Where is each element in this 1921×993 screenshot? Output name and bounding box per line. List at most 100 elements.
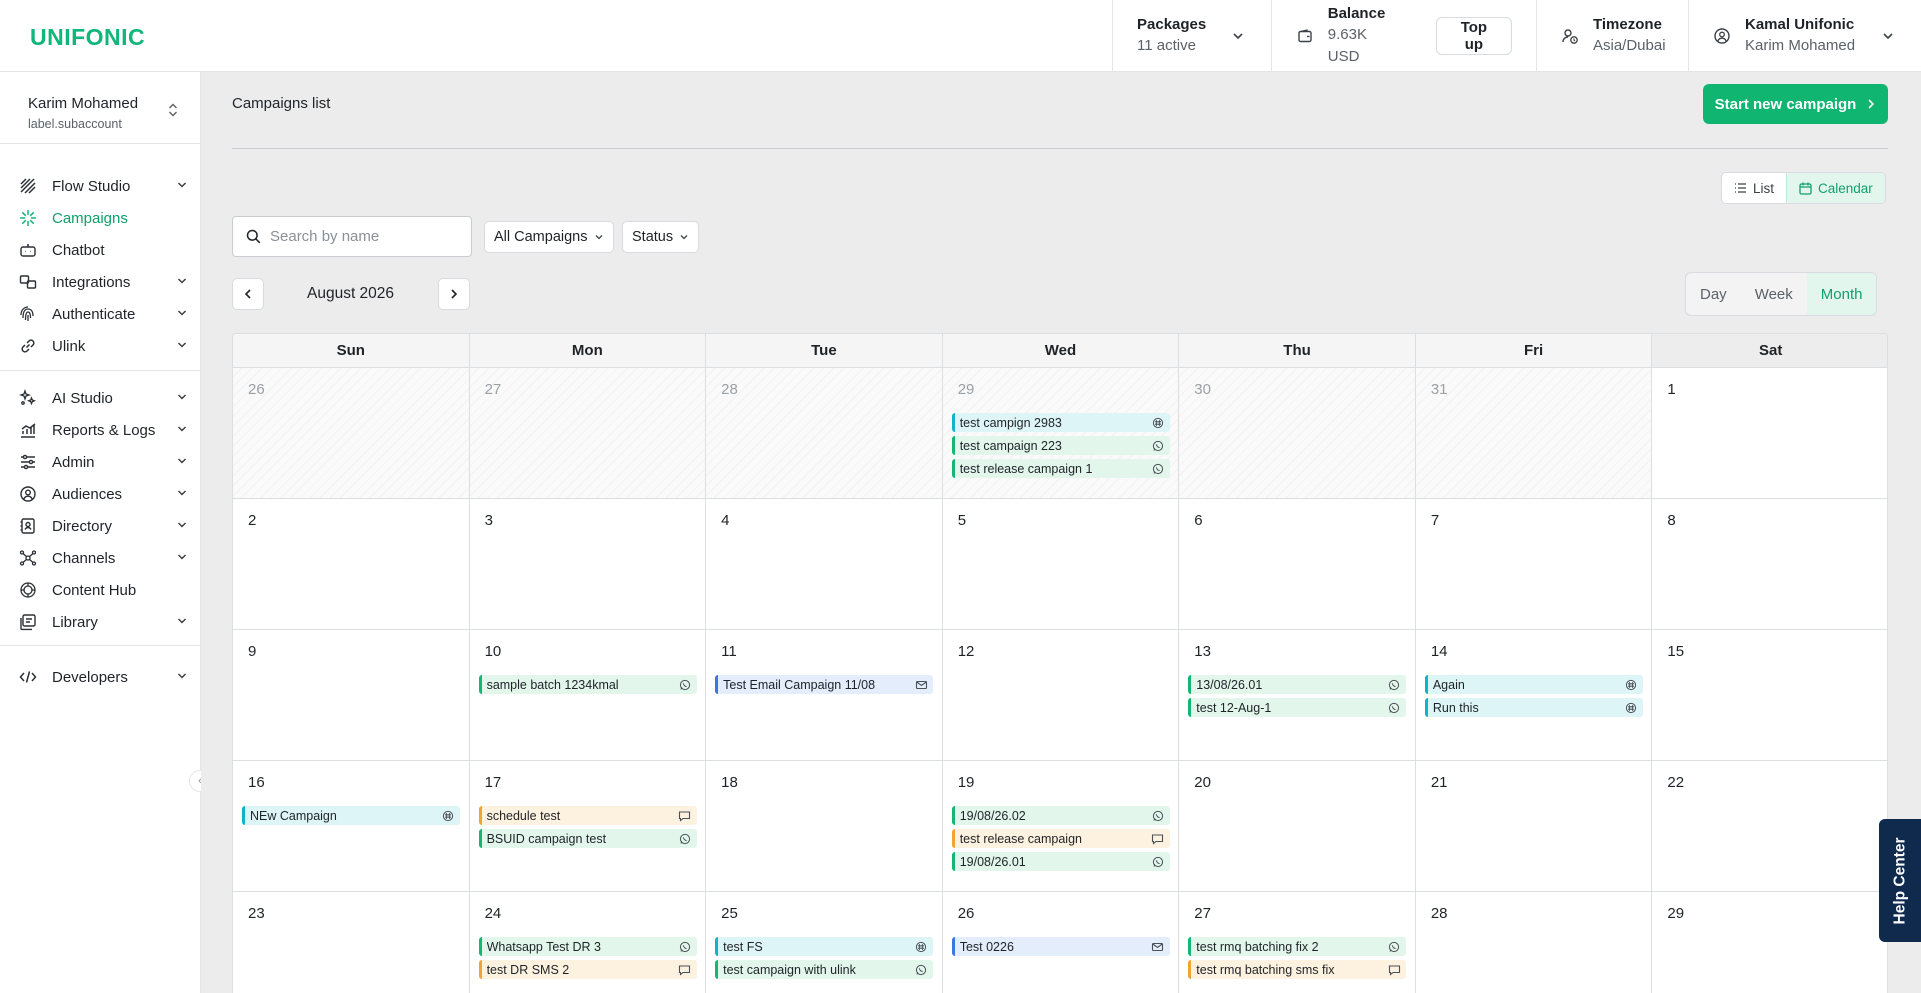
campaign-event[interactable]: BSUID campaign test xyxy=(478,829,697,848)
campaign-event[interactable]: test campaign 223 xyxy=(951,436,1170,455)
campaign-event[interactable]: Test 0226 xyxy=(951,937,1170,956)
calendar-day-cell[interactable]: 13 13/08/26.01 test 12-Aug-1 xyxy=(1179,630,1416,761)
sidebar-item-reports-logs[interactable]: Reports & Logs xyxy=(0,414,201,446)
sidebar-item-campaigns[interactable]: Campaigns xyxy=(0,202,201,234)
calendar-day-cell[interactable]: 21 xyxy=(1415,761,1653,892)
campaign-event[interactable]: test 12-Aug-1 xyxy=(1188,698,1407,717)
calendar-day-cell[interactable]: 29 xyxy=(1652,892,1887,993)
calendar-day-cell[interactable]: 7 xyxy=(1415,499,1653,630)
search-input[interactable] xyxy=(270,228,460,245)
campaign-event[interactable]: test campaign with ulink xyxy=(715,960,934,979)
start-new-campaign-button[interactable]: Start new campaign xyxy=(1703,84,1888,124)
calendar-day-cell[interactable]: 3 xyxy=(469,499,707,630)
campaign-event[interactable]: 19/08/26.01 xyxy=(951,852,1170,871)
calendar-day-cell[interactable]: 27 xyxy=(469,368,707,499)
help-center-button[interactable]: Help Center xyxy=(1879,819,1921,942)
calendar-day-cell[interactable]: 24 Whatsapp Test DR 3 test DR SMS 2 xyxy=(470,892,707,993)
calendar-day-cell[interactable]: 28 xyxy=(1416,892,1653,993)
calendar-day-cell[interactable]: 4 xyxy=(706,499,943,630)
sidebar-item-library[interactable]: Library xyxy=(0,606,201,638)
calendar-day-cell[interactable]: 30 xyxy=(1179,368,1416,499)
campaign-event[interactable]: NEw Campaign xyxy=(242,806,460,825)
calendar-day-cell[interactable]: 29 test campign 2983 test campaign 223 test… xyxy=(942,368,1180,499)
calendar-day-cell[interactable]: 26 Test 0226 xyxy=(943,892,1180,993)
campaign-event[interactable]: Whatsapp Test DR 3 xyxy=(478,937,697,956)
sidebar-item-directory[interactable]: Directory xyxy=(0,510,201,542)
campaign-event[interactable]: test rmq batching fix 2 xyxy=(1188,937,1407,956)
sidebar-item-flow-studio[interactable]: Flow Studio xyxy=(0,170,201,202)
sidebar-item-ai-studio[interactable]: AI Studio xyxy=(0,382,201,414)
search-box[interactable] xyxy=(232,216,472,257)
calendar-day-cell[interactable]: 2 xyxy=(233,499,470,630)
calendar-day-cell[interactable]: 1 xyxy=(1652,368,1887,499)
calendar-day-cell[interactable]: 22 xyxy=(1652,761,1887,892)
sidebar-item-chatbot[interactable]: Chatbot xyxy=(0,234,201,266)
account-switcher[interactable]: Karim Mohamed label.subaccount xyxy=(28,94,138,134)
whatsapp-icon xyxy=(913,962,929,978)
campaign-event[interactable]: test FS xyxy=(715,937,934,956)
previous-month-button[interactable] xyxy=(232,278,264,310)
campaign-event[interactable]: test release campaign 1 xyxy=(951,459,1170,478)
calendar-day-cell[interactable]: 31 xyxy=(1415,368,1653,499)
calendar-day-cell[interactable]: 20 xyxy=(1179,761,1416,892)
all-campaigns-dropdown[interactable]: All Campaigns xyxy=(484,221,614,253)
calendar-day-cell[interactable]: 17 schedule test BSUID campaign test xyxy=(469,761,707,892)
calendar-view-button[interactable]: Calendar xyxy=(1786,173,1885,203)
calendar-day-cell[interactable]: 15 xyxy=(1652,630,1887,761)
campaign-event[interactable]: test DR SMS 2 xyxy=(478,960,697,979)
campaign-event[interactable]: 13/08/26.01 xyxy=(1188,675,1407,694)
chevron-down-icon xyxy=(1229,27,1247,45)
campaign-event[interactable]: Test Email Campaign 11/08 xyxy=(715,675,934,694)
sidebar-item-ulink[interactable]: Ulink xyxy=(0,330,201,362)
unifonic-logo[interactable]: UNIFONIC xyxy=(30,24,145,51)
campaign-event[interactable]: schedule test xyxy=(478,806,697,825)
sidebar: Karim Mohamed label.subaccount Flow Stud… xyxy=(0,72,211,993)
campaign-event[interactable]: Again xyxy=(1424,675,1643,694)
calendar-day-cell[interactable]: 9 xyxy=(233,630,470,761)
chevron-down-icon xyxy=(175,274,189,288)
day-range-button[interactable]: Day xyxy=(1686,273,1741,315)
sidebar-item-admin[interactable]: Admin xyxy=(0,446,201,478)
calendar-day-cell[interactable]: 11 Test Email Campaign 11/08 xyxy=(706,630,943,761)
campaign-event-name: 13/08/26.01 xyxy=(1196,677,1263,692)
campaign-event[interactable]: test release campaign xyxy=(951,829,1170,848)
user-menu[interactable]: Kamal Unifonic Karim Mohamed xyxy=(1688,0,1921,72)
calendar-day-cell[interactable]: 25 test FS test campaign with ulink xyxy=(706,892,943,993)
campaign-event[interactable]: Run this xyxy=(1424,698,1643,717)
switch-account-icon[interactable] xyxy=(167,102,179,119)
calendar-day-cell[interactable]: 12 xyxy=(942,630,1180,761)
sidebar-item-content-hub[interactable]: Content Hub xyxy=(0,574,201,606)
calendar-day-cell[interactable]: 10 sample batch 1234kmal xyxy=(469,630,707,761)
status-dropdown[interactable]: Status xyxy=(622,221,700,253)
calendar-day-cell[interactable]: 23 xyxy=(233,892,470,993)
month-range-button[interactable]: Month xyxy=(1806,273,1877,315)
campaign-event[interactable]: test rmq batching sms fix xyxy=(1188,960,1407,979)
calendar-day-cell[interactable]: 18 xyxy=(706,761,943,892)
packages-dropdown[interactable]: Packages 11 active xyxy=(1112,0,1271,72)
calendar-day-cell[interactable]: 19 19/08/26.02 test release campaign 19/08/… xyxy=(942,761,1180,892)
week-range-button[interactable]: Week xyxy=(1741,273,1807,315)
list-view-button[interactable]: List xyxy=(1722,173,1786,203)
sidebar-item-channels[interactable]: Channels xyxy=(0,542,201,574)
calendar-day-cell[interactable]: 14 Again Run this xyxy=(1415,630,1653,761)
sidebar-item-developers[interactable]: Developers xyxy=(0,661,201,693)
calendar-day-cell[interactable]: 6 xyxy=(1179,499,1416,630)
calendar-day-cell[interactable]: 16 NEw Campaign xyxy=(233,761,470,892)
timezone-section[interactable]: Timezone Asia/Dubai xyxy=(1536,0,1688,72)
balance-section: Balance 9.63K USD Top up xyxy=(1271,0,1536,72)
campaign-event[interactable]: test campign 2983 xyxy=(951,413,1170,432)
top-up-button[interactable]: Top up xyxy=(1435,17,1512,55)
calendar-day-cell[interactable]: 26 xyxy=(233,368,470,499)
calendar-day-cell[interactable]: 8 xyxy=(1652,499,1887,630)
next-month-button[interactable] xyxy=(438,278,470,310)
sidebar-item-authenticate[interactable]: Authenticate xyxy=(0,298,201,330)
calendar-day-cell[interactable]: 27 test rmq batching fix 2 test rmq batchi… xyxy=(1179,892,1416,993)
day-number: 28 xyxy=(721,381,738,398)
day-number: 4 xyxy=(721,512,730,529)
campaign-event[interactable]: sample batch 1234kmal xyxy=(478,675,697,694)
calendar-day-cell[interactable]: 28 xyxy=(706,368,943,499)
campaign-event[interactable]: 19/08/26.02 xyxy=(951,806,1170,825)
sidebar-item-integrations[interactable]: Integrations xyxy=(0,266,201,298)
sidebar-item-audiences[interactable]: Audiences xyxy=(0,478,201,510)
calendar-day-cell[interactable]: 5 xyxy=(942,499,1180,630)
